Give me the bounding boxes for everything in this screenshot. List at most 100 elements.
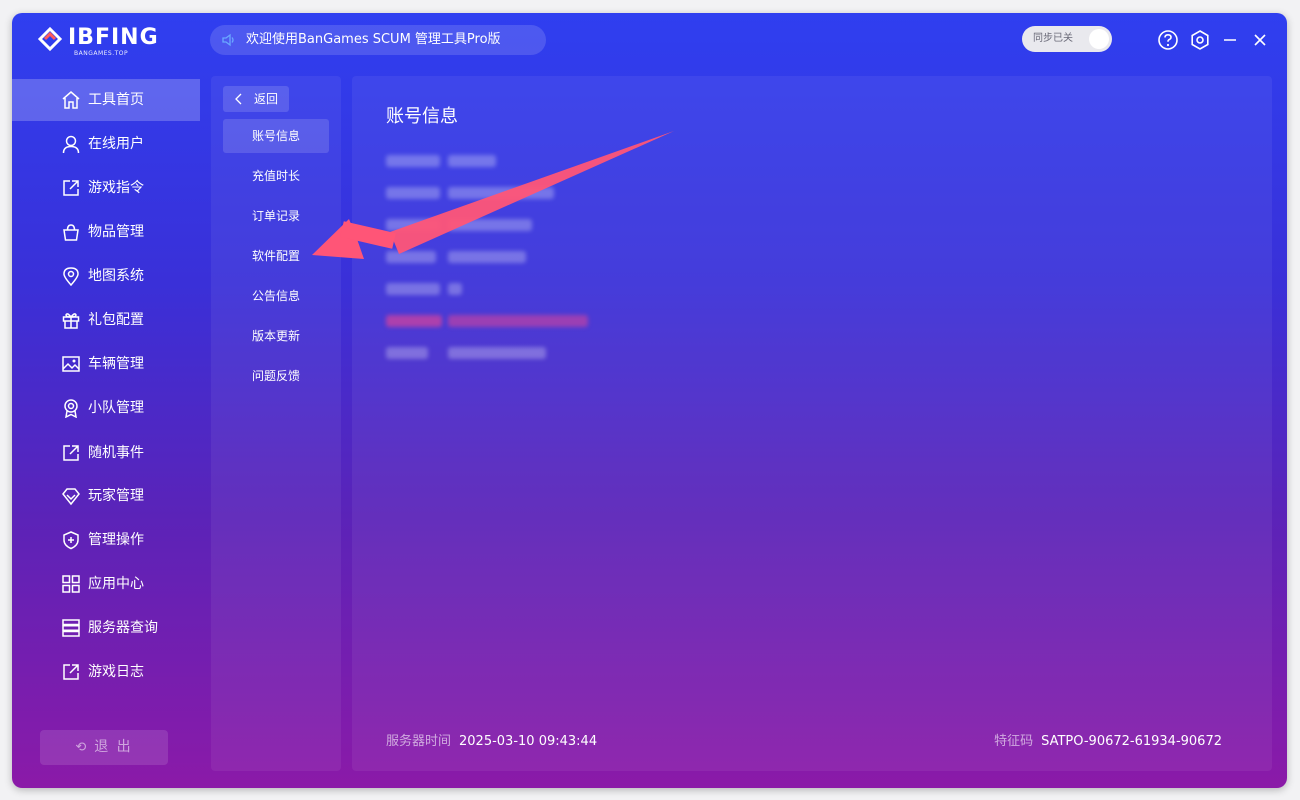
sidebar-item-label: 地图系统	[88, 268, 144, 284]
redacted-label	[386, 187, 440, 199]
server-time: 服务器时间 2025-03-10 09:43:44	[386, 730, 597, 749]
redacted-label	[386, 315, 442, 327]
back-button[interactable]: 返回	[223, 86, 289, 112]
server-time-value: 2025-03-10 09:43:44	[459, 734, 598, 749]
server-time-label: 服务器时间	[386, 734, 452, 749]
redacted-label	[386, 347, 428, 359]
redacted-value	[448, 283, 462, 295]
subnav-item-label: 充值时长	[252, 169, 301, 183]
redacted-value	[448, 251, 526, 263]
subnav-item-label: 问题反馈	[252, 369, 301, 383]
command-icon	[63, 180, 79, 196]
subnav-item-recharge[interactable]: 充值时长	[223, 159, 329, 193]
app-logo: IBFING BANGAMES.TOP	[36, 23, 159, 59]
sidebar-item-label: 玩家管理	[88, 488, 144, 504]
subnav-item-version-update[interactable]: 版本更新	[223, 319, 329, 353]
redacted-value	[448, 347, 546, 359]
image-icon	[62, 356, 80, 372]
subnav-item-orders[interactable]: 订单记录	[223, 199, 329, 233]
subnav-item-label: 版本更新	[252, 329, 301, 343]
redacted-value	[448, 315, 588, 327]
shield-icon	[63, 531, 79, 550]
subnav-item-label: 订单记录	[252, 209, 301, 223]
settings-icon[interactable]	[1189, 29, 1211, 51]
subnav-item-label: 账号信息	[252, 129, 301, 143]
sidebar-item-online-users[interactable]: 在线用户	[12, 123, 200, 165]
sidebar-item-home[interactable]: 工具首页	[12, 79, 200, 121]
redacted-value	[448, 219, 532, 231]
sidebar: 工具首页 在线用户 游戏指令 物品管理 地图系统 礼包配置 车辆管理 小队管理	[12, 79, 200, 788]
server-icon	[62, 619, 80, 637]
subnav-item-account-info[interactable]: 账号信息	[223, 119, 329, 153]
redacted-label	[386, 155, 440, 167]
logo-text: IBFING	[68, 25, 159, 50]
page-title: 账号信息	[386, 106, 458, 127]
sidebar-item-label: 小队管理	[88, 400, 144, 416]
redacted-label	[386, 283, 440, 295]
sidebar-item-label: 服务器查询	[88, 620, 158, 636]
account-info-panel: 账号信息 服务器时间 2025-03-10 09:43:44 特征码 SATPO…	[352, 76, 1272, 771]
minimize-icon[interactable]	[1219, 29, 1241, 51]
chevron-left-icon	[235, 93, 242, 105]
gift-icon	[62, 313, 80, 329]
sidebar-item-squads[interactable]: 小队管理	[12, 387, 200, 429]
sidebar-item-label: 游戏日志	[88, 664, 144, 680]
sidebar-item-random-events[interactable]: 随机事件	[12, 432, 200, 474]
sidebar-item-items[interactable]: 物品管理	[12, 211, 200, 253]
subnav-item-label: 公告信息	[252, 289, 301, 303]
sidebar-item-label: 管理操作	[88, 532, 144, 548]
sidebar-item-label: 物品管理	[88, 224, 144, 240]
help-icon[interactable]	[1157, 29, 1179, 51]
sidebar-item-label: 礼包配置	[88, 312, 144, 328]
toggle-knob	[1089, 29, 1109, 49]
sidebar-item-admin-actions[interactable]: 管理操作	[12, 519, 200, 561]
sidebar-item-label: 随机事件	[88, 445, 144, 461]
subnav-item-label: 软件配置	[252, 249, 301, 263]
redacted-value	[448, 187, 554, 199]
subnav-item-software-config[interactable]: 软件配置	[223, 239, 329, 273]
logout-button[interactable]: ⟲ 退 出	[40, 730, 168, 765]
sidebar-item-server-query[interactable]: 服务器查询	[12, 607, 200, 649]
speaker-icon	[222, 33, 234, 47]
grid-icon	[62, 575, 80, 593]
sidebar-item-gift[interactable]: 礼包配置	[12, 299, 200, 341]
feature-code-value: SATPO-90672-61934-90672	[1041, 734, 1222, 749]
back-label: 返回	[254, 92, 279, 106]
redacted-label	[386, 251, 436, 263]
log-icon	[63, 664, 79, 680]
sidebar-item-vehicles[interactable]: 车辆管理	[12, 343, 200, 385]
badge-icon	[64, 399, 78, 418]
sidebar-item-app-center[interactable]: 应用中心	[12, 563, 200, 605]
event-icon	[63, 445, 79, 461]
account-subnav: 返回 账号信息 充值时长 订单记录 软件配置 公告信息 版本更新 问题反馈	[211, 76, 341, 771]
logo-mark-icon	[37, 26, 63, 52]
sidebar-item-game-logs[interactable]: 游戏日志	[12, 651, 200, 693]
title-bar: IBFING BANGAMES.TOP 欢迎使用BanGames SCUM 管理…	[12, 13, 1287, 69]
app-window: IBFING BANGAMES.TOP 欢迎使用BanGames SCUM 管理…	[12, 13, 1287, 788]
sidebar-item-label: 工具首页	[88, 92, 144, 108]
sidebar-item-label: 在线用户	[88, 136, 144, 152]
logo-subtext: BANGAMES.TOP	[74, 50, 129, 57]
announcement-text: 欢迎使用BanGames SCUM 管理工具Pro版	[246, 32, 501, 47]
redacted-value	[448, 155, 496, 167]
user-icon	[62, 135, 80, 154]
logout-icon: ⟲	[75, 740, 89, 755]
sidebar-item-label: 游戏指令	[88, 180, 144, 196]
sidebar-item-map[interactable]: 地图系统	[12, 255, 200, 297]
feature-code-label: 特征码	[994, 734, 1034, 749]
subnav-item-announcements[interactable]: 公告信息	[223, 279, 329, 313]
bag-icon	[63, 224, 79, 241]
sidebar-item-game-commands[interactable]: 游戏指令	[12, 167, 200, 209]
sidebar-item-label: 应用中心	[88, 576, 144, 592]
feature-code: 特征码 SATPO-90672-61934-90672	[994, 730, 1222, 749]
close-icon[interactable]	[1249, 29, 1271, 51]
logout-label: 退 出	[94, 739, 133, 755]
home-icon	[62, 91, 80, 109]
sync-toggle[interactable]: 同步已关	[1022, 26, 1112, 52]
announcement-bar: 欢迎使用BanGames SCUM 管理工具Pro版	[210, 25, 546, 55]
redacted-label	[386, 219, 440, 231]
map-pin-icon	[63, 267, 79, 286]
subnav-item-feedback[interactable]: 问题反馈	[223, 359, 329, 393]
sidebar-item-players[interactable]: 玩家管理	[12, 475, 200, 517]
diamond-icon	[62, 488, 80, 506]
